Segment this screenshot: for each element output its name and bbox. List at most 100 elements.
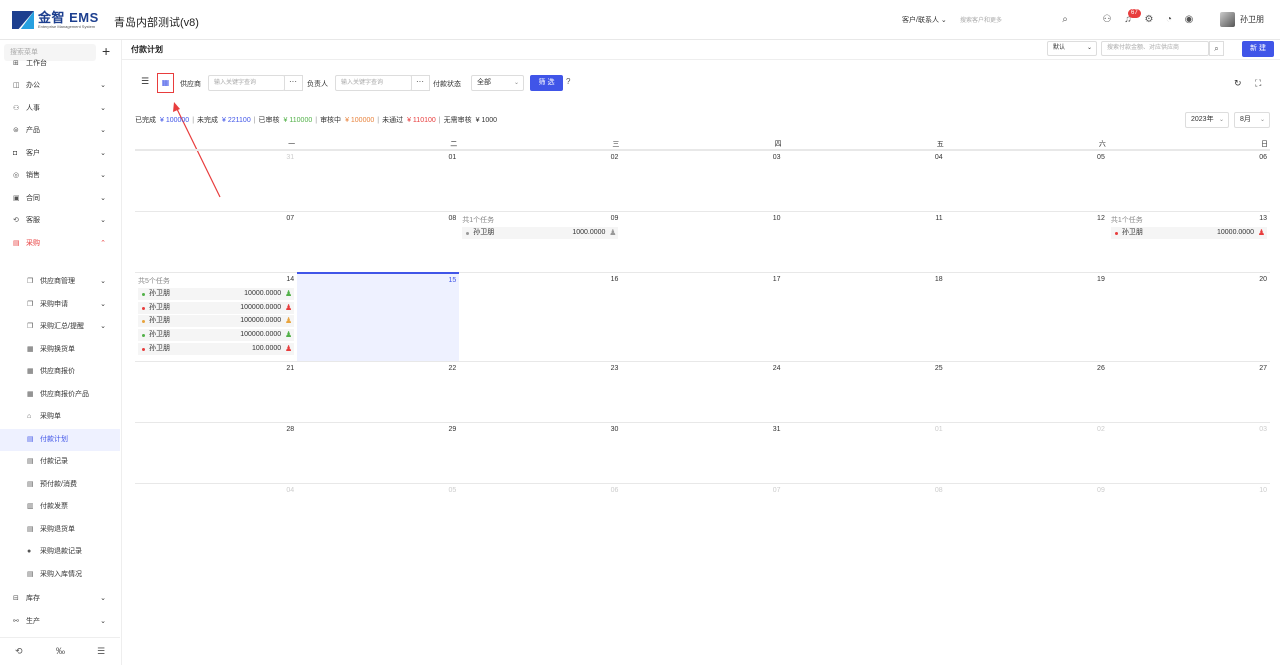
calendar-day[interactable]: 08 bbox=[297, 211, 460, 272]
user-menu[interactable]: 孙卫朋 bbox=[1220, 12, 1264, 27]
calendar-day[interactable]: 06 bbox=[1107, 150, 1270, 211]
calendar-day[interactable]: 11 bbox=[783, 211, 946, 272]
global-search-input[interactable]: 搜索客户和更多 bbox=[960, 15, 1002, 24]
month-select[interactable]: 8月 ⌄ bbox=[1234, 112, 1270, 128]
chart-icon[interactable]: ◔ bbox=[1163, 14, 1175, 26]
calendar-day[interactable]: 05 bbox=[945, 150, 1108, 211]
payment-task[interactable]: 孙卫朋 10000.0000 ♟ bbox=[138, 288, 295, 300]
payment-task[interactable]: 孙卫朋 100000.0000 ♟ bbox=[138, 315, 295, 328]
calendar-day[interactable]: 23 bbox=[459, 361, 622, 422]
calendar-day[interactable]: 15 bbox=[297, 272, 460, 361]
payment-task[interactable]: 孙卫朋 100000.0000 ♟ bbox=[138, 329, 295, 342]
payment-task[interactable]: 孙卫朋 100000.0000 ♟ bbox=[138, 301, 295, 314]
sidebar-item[interactable]: ⊞ 工作台 bbox=[0, 53, 120, 75]
owner-input[interactable]: 输入关键字查询 bbox=[335, 75, 412, 91]
gear-icon[interactable]: ⚙ bbox=[1143, 14, 1155, 26]
calendar-day[interactable]: 17 bbox=[621, 272, 784, 361]
question-icon[interactable]: ? bbox=[566, 77, 570, 86]
calendar-day[interactable]: 28 bbox=[135, 422, 298, 483]
calendar-day[interactable]: 02 bbox=[945, 422, 1108, 483]
search-icon[interactable]: ⌕ bbox=[1059, 14, 1071, 26]
search-button[interactable]: ⌕ bbox=[1209, 41, 1224, 56]
payment-task[interactable]: 孙卫朋 10000.0000 ♟ bbox=[1110, 227, 1267, 239]
sidebar-item[interactable]: ◘ 客户 ⌄ bbox=[0, 143, 120, 165]
fullscreen-icon[interactable]: ⛶ bbox=[1255, 78, 1261, 89]
sidebar-subitem[interactable]: ▤ 采购入库情况 bbox=[0, 564, 120, 586]
calendar-day[interactable]: 21 bbox=[135, 361, 298, 422]
calendar-day[interactable]: 31 bbox=[621, 422, 784, 483]
calendar-day[interactable]: 09 共1个任务 孙卫朋 1000.0000 ♟ bbox=[459, 211, 622, 272]
calendar-day[interactable]: 12 bbox=[945, 211, 1108, 272]
calendar-day[interactable]: 19 bbox=[945, 272, 1108, 361]
calendar-day[interactable]: 24 bbox=[621, 361, 784, 422]
collapse-icon[interactable]: ☰ bbox=[97, 646, 105, 657]
sidebar-item[interactable]: ⚯ 生产 ⌄ bbox=[0, 611, 120, 633]
filter-button[interactable]: 筛 选 bbox=[530, 75, 563, 91]
help-icon[interactable]: ◉ bbox=[1183, 14, 1195, 26]
calendar-day[interactable]: 10 bbox=[1107, 483, 1270, 544]
sidebar-item[interactable]: ▤ 采购 ⌃ bbox=[0, 233, 120, 255]
owner-picker-button[interactable]: ··· bbox=[411, 75, 430, 91]
sidebar-item[interactable]: ◎ 销售 ⌄ bbox=[0, 165, 120, 187]
scope-select[interactable]: 客户/联系人 ⌄ bbox=[902, 15, 947, 25]
calendar-day[interactable]: 14 共5个任务 孙卫朋 10000.0000 ♟ 孙卫朋 100000.0000 ♟ 孙卫朋 1… bbox=[135, 272, 298, 361]
calendar-day[interactable]: 02 bbox=[459, 150, 622, 211]
calendar-day[interactable]: 31 bbox=[135, 150, 298, 211]
sidebar-subitem[interactable]: ▥ 付款发票 bbox=[0, 496, 120, 518]
sidebar-subitem[interactable]: ⌂ 采购单 bbox=[0, 406, 120, 428]
calendar-day[interactable]: 26 bbox=[945, 361, 1108, 422]
calendar-day[interactable]: 06 bbox=[459, 483, 622, 544]
calendar-day[interactable]: 01 bbox=[783, 422, 946, 483]
sidebar-item[interactable]: ⟲ 客服 ⌄ bbox=[0, 210, 120, 232]
sidebar-subitem[interactable]: ● 采购退款记录 bbox=[0, 541, 120, 563]
year-select[interactable]: 2023年 ⌄ bbox=[1185, 112, 1229, 128]
status-select[interactable]: 全部 ⌄ bbox=[471, 75, 524, 91]
sidebar-subitem[interactable]: ▦ 供应商报价 bbox=[0, 361, 120, 383]
calendar-day[interactable]: 30 bbox=[459, 422, 622, 483]
calendar-view-icon[interactable]: ▦ bbox=[157, 73, 174, 93]
contacts-icon[interactable]: ⚇ bbox=[1101, 14, 1113, 26]
sidebar-subitem[interactable]: ▦ 供应商报价产品 bbox=[0, 384, 120, 406]
calendar-day[interactable]: 16 bbox=[459, 272, 622, 361]
calendar-day[interactable]: 18 bbox=[783, 272, 946, 361]
calendar-day[interactable]: 07 bbox=[621, 483, 784, 544]
sidebar-item[interactable]: ▣ 合同 ⌄ bbox=[0, 188, 120, 210]
calendar-day[interactable]: 04 bbox=[135, 483, 298, 544]
percent-icon[interactable]: ‰ bbox=[56, 646, 65, 656]
calendar-day[interactable]: 03 bbox=[621, 150, 784, 211]
sidebar-item[interactable]: ⊟ 库存 ⌄ bbox=[0, 588, 120, 610]
payment-task[interactable]: 孙卫朋 1000.0000 ♟ bbox=[462, 227, 619, 239]
calendar-day[interactable]: 01 bbox=[297, 150, 460, 211]
calendar-day[interactable]: 25 bbox=[783, 361, 946, 422]
sidebar-item[interactable]: ⊜ 产品 ⌄ bbox=[0, 120, 120, 142]
new-button[interactable]: 新 建 bbox=[1242, 41, 1274, 57]
sidebar-subitem[interactable]: ▤ 付款计划 bbox=[0, 428, 120, 451]
calendar-day[interactable]: 05 bbox=[297, 483, 460, 544]
sidebar-subitem[interactable]: ▦ 采购换货单 bbox=[0, 339, 120, 361]
calendar-day[interactable]: 04 bbox=[783, 150, 946, 211]
supplier-picker-button[interactable]: ··· bbox=[284, 75, 303, 91]
calendar-day[interactable]: 03 bbox=[1107, 422, 1270, 483]
payment-search-input[interactable]: 搜索付款金额、对应供应商 bbox=[1101, 41, 1209, 56]
sidebar-subitem[interactable]: ▤ 付款记录 bbox=[0, 451, 120, 473]
sidebar-item[interactable]: ◫ 办公 ⌄ bbox=[0, 75, 120, 97]
sidebar-subitem[interactable]: ▤ 采购退货单 bbox=[0, 519, 120, 541]
sidebar-item[interactable]: ⚇ 人事 ⌄ bbox=[0, 98, 120, 120]
calendar-day[interactable]: 08 bbox=[783, 483, 946, 544]
calendar-day[interactable]: 29 bbox=[297, 422, 460, 483]
sidebar-subitem[interactable]: ❐ 供应商管理 ⌄ bbox=[0, 271, 120, 293]
history-icon[interactable]: ⟲ bbox=[15, 646, 23, 657]
calendar-day[interactable]: 27 bbox=[1107, 361, 1270, 422]
sidebar-subitem[interactable]: ▤ 预付款/消费 bbox=[0, 474, 120, 496]
view-select[interactable]: 默认 ⌄ bbox=[1047, 41, 1097, 56]
payment-task[interactable]: 孙卫朋 100.0000 ♟ bbox=[138, 342, 295, 355]
supplier-input[interactable]: 输入关键字查询 bbox=[208, 75, 285, 91]
calendar-day[interactable]: 07 bbox=[135, 211, 298, 272]
calendar-day[interactable]: 09 bbox=[945, 483, 1108, 544]
sidebar-subitem[interactable]: ❐ 采购申请 ⌄ bbox=[0, 294, 120, 316]
sidebar-subitem[interactable]: ❐ 采购汇总/提醒 ⌄ bbox=[0, 316, 120, 338]
calendar-day[interactable]: 10 bbox=[621, 211, 784, 272]
refresh-icon[interactable]: ↻ bbox=[1234, 78, 1242, 89]
calendar-day[interactable]: 22 bbox=[297, 361, 460, 422]
calendar-day[interactable]: 13 共1个任务 孙卫朋 10000.0000 ♟ bbox=[1107, 211, 1270, 272]
